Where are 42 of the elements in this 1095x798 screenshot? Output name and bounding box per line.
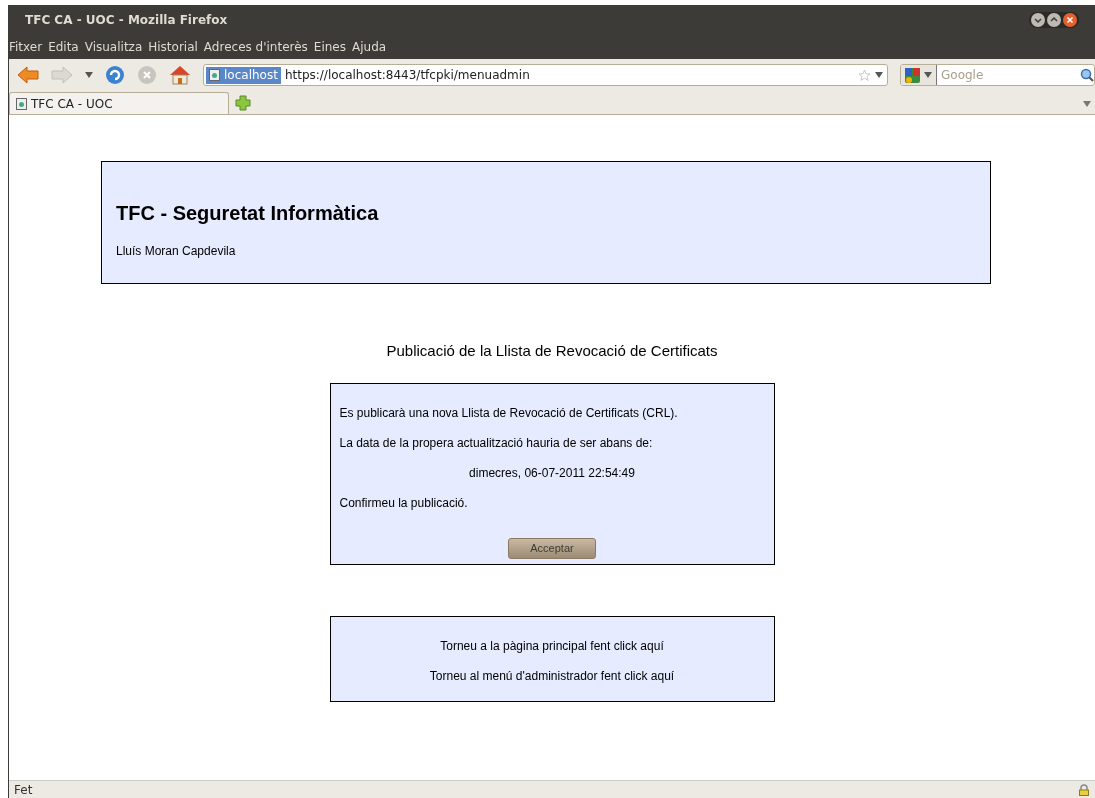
menu-item[interactable]: Eines bbox=[313, 38, 346, 56]
minimize-icon[interactable] bbox=[1031, 13, 1045, 27]
search-engine-icon[interactable] bbox=[905, 67, 920, 83]
date-text: dimecres, 06-07-2011 22:54:49 bbox=[468, 464, 636, 482]
home-icon[interactable] bbox=[169, 65, 191, 85]
maximize-icon[interactable] bbox=[1047, 13, 1061, 27]
confirm-text: Confirmeu la publicació. bbox=[339, 494, 469, 512]
menu-item[interactable]: Fitxer bbox=[9, 38, 43, 56]
close-icon[interactable] bbox=[1063, 13, 1077, 27]
message-text: La data de la propera actualització hauria de ser abans de: bbox=[339, 434, 654, 452]
accept-button[interactable]: Acceptar bbox=[508, 537, 596, 559]
menu-item[interactable]: Adreces d'interès bbox=[203, 38, 308, 56]
author-name: Lluís Moran Capdevila bbox=[116, 243, 237, 260]
page-icon bbox=[16, 97, 27, 110]
menu-item[interactable]: Visualitza bbox=[84, 38, 143, 56]
message-text: Es publicarà una nova Llista de Revocació de Certificats (CRL). bbox=[339, 404, 679, 422]
search-bar[interactable]: Google bbox=[900, 64, 1095, 86]
search-input[interactable]: Google bbox=[937, 66, 1080, 84]
site-title: TFC - Seguretat Informàtica bbox=[116, 201, 380, 226]
new-tab-icon[interactable] bbox=[235, 95, 251, 111]
search-icon[interactable] bbox=[1080, 68, 1094, 82]
page-icon bbox=[209, 69, 220, 81]
menu-item[interactable]: Edita bbox=[48, 38, 79, 56]
star-icon[interactable] bbox=[858, 68, 871, 82]
status-text: Fet bbox=[14, 781, 33, 798]
window-title: TFC CA - UOC - Mozilla Firefox bbox=[25, 12, 228, 29]
dropdown-icon[interactable] bbox=[875, 72, 883, 78]
menu-item[interactable]: Historial bbox=[148, 38, 198, 56]
navigation-link[interactable]: Torneu al menú d'administrador fent click aquí bbox=[429, 666, 675, 685]
menu-item[interactable]: Ajuda bbox=[352, 38, 387, 56]
site-identity-button[interactable]: localhost bbox=[206, 66, 281, 84]
page-heading: Publicació de la Llista de Revocació de Certificats bbox=[386, 341, 718, 361]
navigation-link[interactable]: Torneu a la pàgina principal fent click aquí bbox=[440, 636, 664, 655]
dropdown-icon[interactable] bbox=[924, 72, 932, 78]
url-text: https://localhost:8443/tfcpki/menuadmin bbox=[284, 67, 531, 84]
dropdown-icon[interactable] bbox=[85, 72, 93, 78]
lock-icon bbox=[1078, 783, 1090, 796]
reload-icon[interactable] bbox=[105, 65, 125, 85]
back-arrow-icon[interactable] bbox=[17, 66, 39, 84]
browser-tab[interactable]: TFC CA - UOC bbox=[9, 92, 229, 114]
tab-list-icon[interactable] bbox=[1083, 101, 1091, 107]
address-bar[interactable]: localhost https://localhost:8443/tfcpki/menuadmin bbox=[203, 64, 888, 86]
